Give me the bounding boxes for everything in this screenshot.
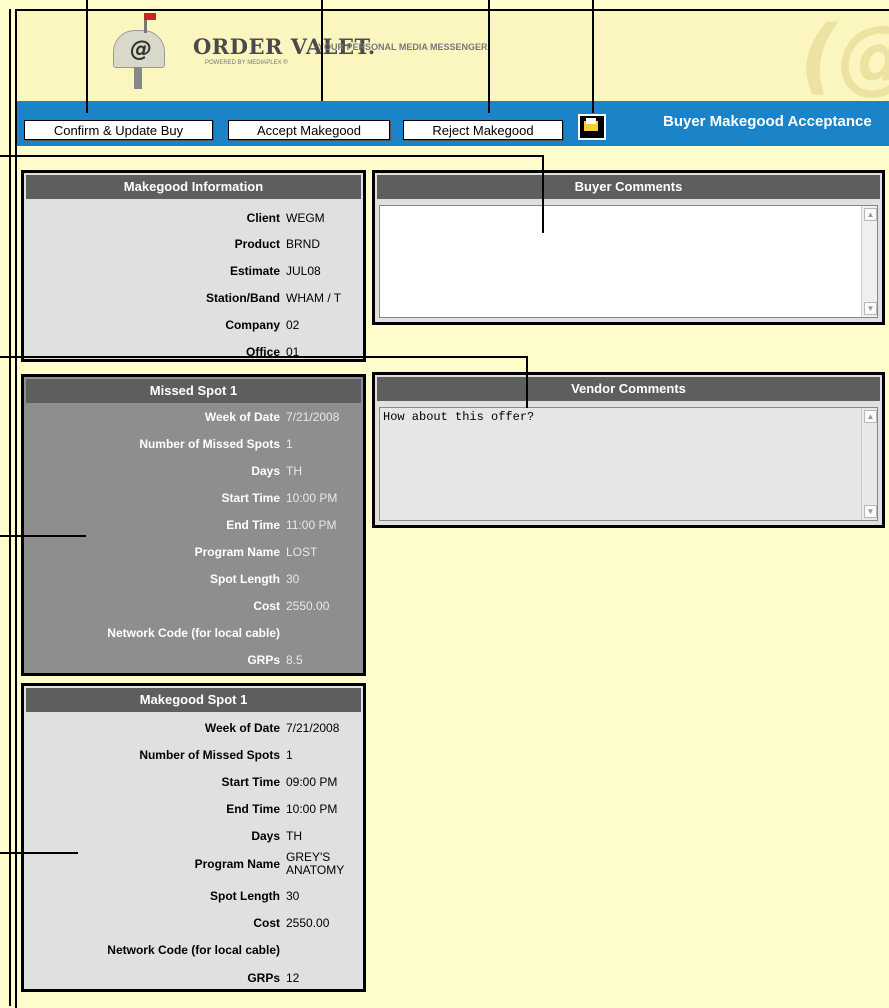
info-value: JUL08 <box>286 264 321 278</box>
missed-value: 7/21/2008 <box>286 410 340 424</box>
info-label: Product <box>234 237 280 251</box>
callout-line <box>0 155 544 157</box>
makegood-value: 7/21/2008 <box>286 721 340 735</box>
makegood-label: Number of Missed Spots <box>139 748 280 762</box>
missed-label: Spot Length <box>210 572 280 586</box>
reject-makegood-button[interactable]: Reject Makegood <box>403 120 563 140</box>
makegood-value: 2550.00 <box>286 916 330 930</box>
makegood-information-panel: Makegood Information Client WEGM Product B… <box>21 170 366 362</box>
missed-label: Network Code (for local cable) <box>107 626 280 640</box>
makegood-spot-panel: Makegood Spot 1 Week of Date 7/21/2008 Nu… <box>21 683 366 992</box>
makegood-label: Start Time <box>221 775 280 789</box>
info-value: BRND <box>286 237 321 251</box>
info-label: Station/Band <box>206 291 280 305</box>
missed-spot-title: Missed Spot 1 <box>26 379 361 403</box>
callout-line <box>0 852 78 854</box>
buyer-comments-title: Buyer Comments <box>377 175 880 199</box>
makegood-value: 1 <box>286 748 293 762</box>
missed-value: 2550.00 <box>286 599 330 613</box>
makegood-value: 09:00 PM <box>286 775 338 789</box>
background-at-logo: (@ <box>800 11 889 101</box>
callout-line <box>86 0 88 113</box>
info-value: 02 <box>286 318 300 332</box>
page-title: Buyer Makegood Acceptance <box>663 113 872 130</box>
missed-label: GRPs <box>247 653 280 667</box>
print-icon[interactable] <box>578 114 606 140</box>
callout-line <box>0 356 528 358</box>
makegood-label: Days <box>251 829 280 843</box>
buyer-comments-textarea[interactable] <box>379 205 878 318</box>
scroll-down-icon[interactable]: ▼ <box>864 302 877 315</box>
makegood-value: 12 <box>286 971 300 985</box>
missed-value: 11:00 PM <box>286 518 337 532</box>
makegood-label: Week of Date <box>204 721 280 735</box>
callout-line <box>0 535 86 537</box>
info-label: Company <box>225 318 280 332</box>
makegood-label: Program Name <box>194 857 280 871</box>
info-label: Estimate <box>229 264 280 278</box>
missed-label: Program Name <box>194 545 280 559</box>
missed-value: LOST <box>286 545 318 559</box>
makegood-label: End Time <box>226 802 280 816</box>
logo-subtitle: POWERED BY MEDIAPLEX ® <box>205 60 288 66</box>
mailbox-logo-icon: @ <box>113 13 165 89</box>
callout-line <box>526 356 528 408</box>
callout-line <box>592 0 594 113</box>
makegood-label: Spot Length <box>210 889 280 903</box>
callout-line <box>542 155 544 233</box>
missed-label: Days <box>251 464 280 478</box>
makegood-value: GREY'S ANATOMY <box>286 850 345 877</box>
missed-value: 10:00 PM <box>286 491 338 505</box>
missed-label: Week of Date <box>204 410 280 424</box>
missed-label: Number of Missed Spots <box>139 437 280 451</box>
makegood-label: GRPs <box>247 971 280 985</box>
callout-line <box>9 9 11 1006</box>
makegood-information-title: Makegood Information <box>26 175 361 199</box>
makegood-value: TH <box>286 829 302 843</box>
missed-value: 30 <box>286 572 300 586</box>
callout-line <box>321 0 323 101</box>
missed-spot-panel: Missed Spot 1 Week of Date 7/21/2008 Numb… <box>21 374 366 676</box>
makegood-value: 30 <box>286 889 300 903</box>
makegood-label: Cost <box>253 916 280 930</box>
scroll-up-icon[interactable]: ▲ <box>864 208 877 221</box>
accept-makegood-button[interactable]: Accept Makegood <box>228 120 390 140</box>
missed-value: 1 <box>286 437 293 451</box>
scroll-down-icon[interactable]: ▼ <box>864 505 877 518</box>
missed-label: Cost <box>253 599 280 613</box>
missed-label: Start Time <box>221 491 280 505</box>
buyer-comments-panel: Buyer Comments ▲ ▼ <box>372 170 885 325</box>
missed-value: TH <box>286 464 302 478</box>
logo-tagline: YOUR PERSONAL MEDIA MESSENGER <box>318 42 488 52</box>
makegood-label: Network Code (for local cable) <box>107 943 280 957</box>
info-value: WEGM <box>286 211 325 225</box>
missed-value: 8.5 <box>286 653 303 667</box>
callout-line <box>488 0 490 113</box>
vendor-comments-title: Vendor Comments <box>377 377 880 401</box>
buyer-comments-scrollbar[interactable]: ▲ ▼ <box>861 206 877 317</box>
missed-label: End Time <box>226 518 280 532</box>
makegood-value: 10:00 PM <box>286 802 338 816</box>
vendor-comments-scrollbar[interactable]: ▲ ▼ <box>861 408 877 520</box>
vendor-comments-textarea[interactable]: How about this offer? <box>379 407 878 521</box>
info-value: WHAM / T <box>286 291 342 305</box>
vendor-comments-panel: Vendor Comments How about this offer? ▲ … <box>372 372 885 528</box>
info-label: Client <box>246 211 280 225</box>
makegood-spot-title: Makegood Spot 1 <box>26 688 361 712</box>
scroll-up-icon[interactable]: ▲ <box>864 410 877 423</box>
confirm-update-buy-button[interactable]: Confirm & Update Buy <box>24 120 213 140</box>
